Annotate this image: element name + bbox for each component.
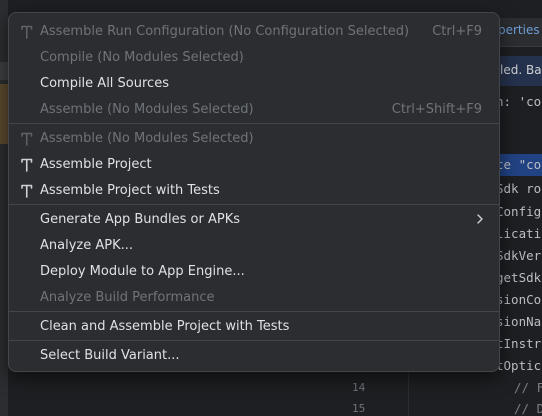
hammer-icon	[19, 131, 35, 147]
menu-item-compile-all-sources[interactable]: Compile All Sources	[9, 71, 499, 97]
hammer-icon	[19, 24, 35, 40]
code-line: Sdk ro	[496, 181, 542, 196]
menu-item-assemble-project-with-tests[interactable]: Assemble Project with Tests	[9, 178, 499, 204]
menu-item-label: Analyze APK...	[40, 238, 134, 253]
code-line: sionCo	[496, 292, 542, 307]
gutter-divider	[408, 370, 409, 416]
menu-item-label: Assemble Run Configuration (No Configura…	[40, 24, 410, 39]
menu-separator	[9, 311, 499, 312]
menu-item-label: Assemble (No Modules Selected)	[40, 131, 254, 146]
menu-item-label: Select Build Variant...	[40, 348, 180, 363]
code-line: ce "co	[496, 157, 542, 172]
menu-item-deploy-module[interactable]: Deploy Module to App Engine...	[9, 259, 499, 285]
line-number: 15	[352, 402, 366, 415]
menu-item-assemble-no-modules-2[interactable]: Assemble (No Modules Selected)	[9, 126, 499, 152]
menu-item-clean-and-assemble[interactable]: Clean and Assemble Project with Tests	[9, 314, 499, 340]
menu-separator	[9, 340, 499, 341]
editor-tab-label[interactable]: perties	[498, 23, 540, 37]
left-tool-strip	[0, 0, 8, 416]
menu-item-label: Deploy Module to App Engine...	[40, 264, 245, 279]
code-line: SdkVer	[496, 248, 542, 263]
menu-item-select-build-variant[interactable]: Select Build Variant...	[9, 343, 499, 369]
hammer-icon	[19, 183, 35, 199]
code-comment-line: // D	[514, 401, 542, 416]
left-strip-tab	[0, 62, 8, 80]
code-line: Config	[496, 204, 542, 219]
code-line: tOptic	[496, 358, 542, 373]
menu-item-shortcut: Ctrl+Shift+F9	[391, 102, 482, 117]
menu-item-label: Compile (No Modules Selected)	[40, 50, 244, 65]
notification-banner-text: led. Ba	[500, 63, 542, 77]
menu-item-shortcut: Ctrl+F9	[432, 24, 482, 39]
code-line: licati	[496, 226, 542, 241]
chevron-right-icon	[475, 213, 485, 225]
menu-item-assemble-no-modules[interactable]: Assemble (No Modules Selected) Ctrl+Shif…	[9, 97, 499, 123]
menu-item-assemble-project[interactable]: Assemble Project	[9, 152, 499, 178]
code-line: sionNa	[496, 314, 542, 329]
menu-item-analyze-build-performance[interactable]: Analyze Build Performance	[9, 285, 499, 311]
menu-item-label: Analyze Build Performance	[40, 290, 215, 305]
hammer-icon	[19, 157, 35, 173]
menu-item-label: Assemble Project with Tests	[40, 183, 220, 198]
menu-item-label: Assemble (No Modules Selected)	[40, 102, 254, 117]
menu-item-generate-app-bundles[interactable]: Generate App Bundles or APKs	[9, 207, 499, 233]
code-line: getSdk	[496, 270, 542, 285]
menu-separator	[9, 123, 499, 124]
line-number: 14	[352, 381, 366, 394]
code-comment-line: // F	[514, 380, 542, 395]
left-strip-marker	[0, 84, 8, 144]
menu-item-assemble-run-configuration[interactable]: Assemble Run Configuration (No Configura…	[9, 19, 499, 45]
menu-item-analyze-apk[interactable]: Analyze APK...	[9, 233, 499, 259]
menu-item-compile-no-modules[interactable]: Compile (No Modules Selected)	[9, 45, 499, 71]
line-number-gutter	[340, 370, 410, 416]
build-menu-popup: Assemble Run Configuration (No Configura…	[8, 12, 500, 372]
code-line: n: 'co	[496, 94, 542, 109]
menu-separator	[9, 204, 499, 205]
menu-item-label: Compile All Sources	[40, 76, 169, 91]
menu-item-label: Assemble Project	[40, 157, 152, 172]
menu-item-label: Generate App Bundles or APKs	[40, 212, 241, 227]
menu-item-label: Clean and Assemble Project with Tests	[40, 319, 290, 334]
code-line: tInstr	[496, 336, 542, 351]
